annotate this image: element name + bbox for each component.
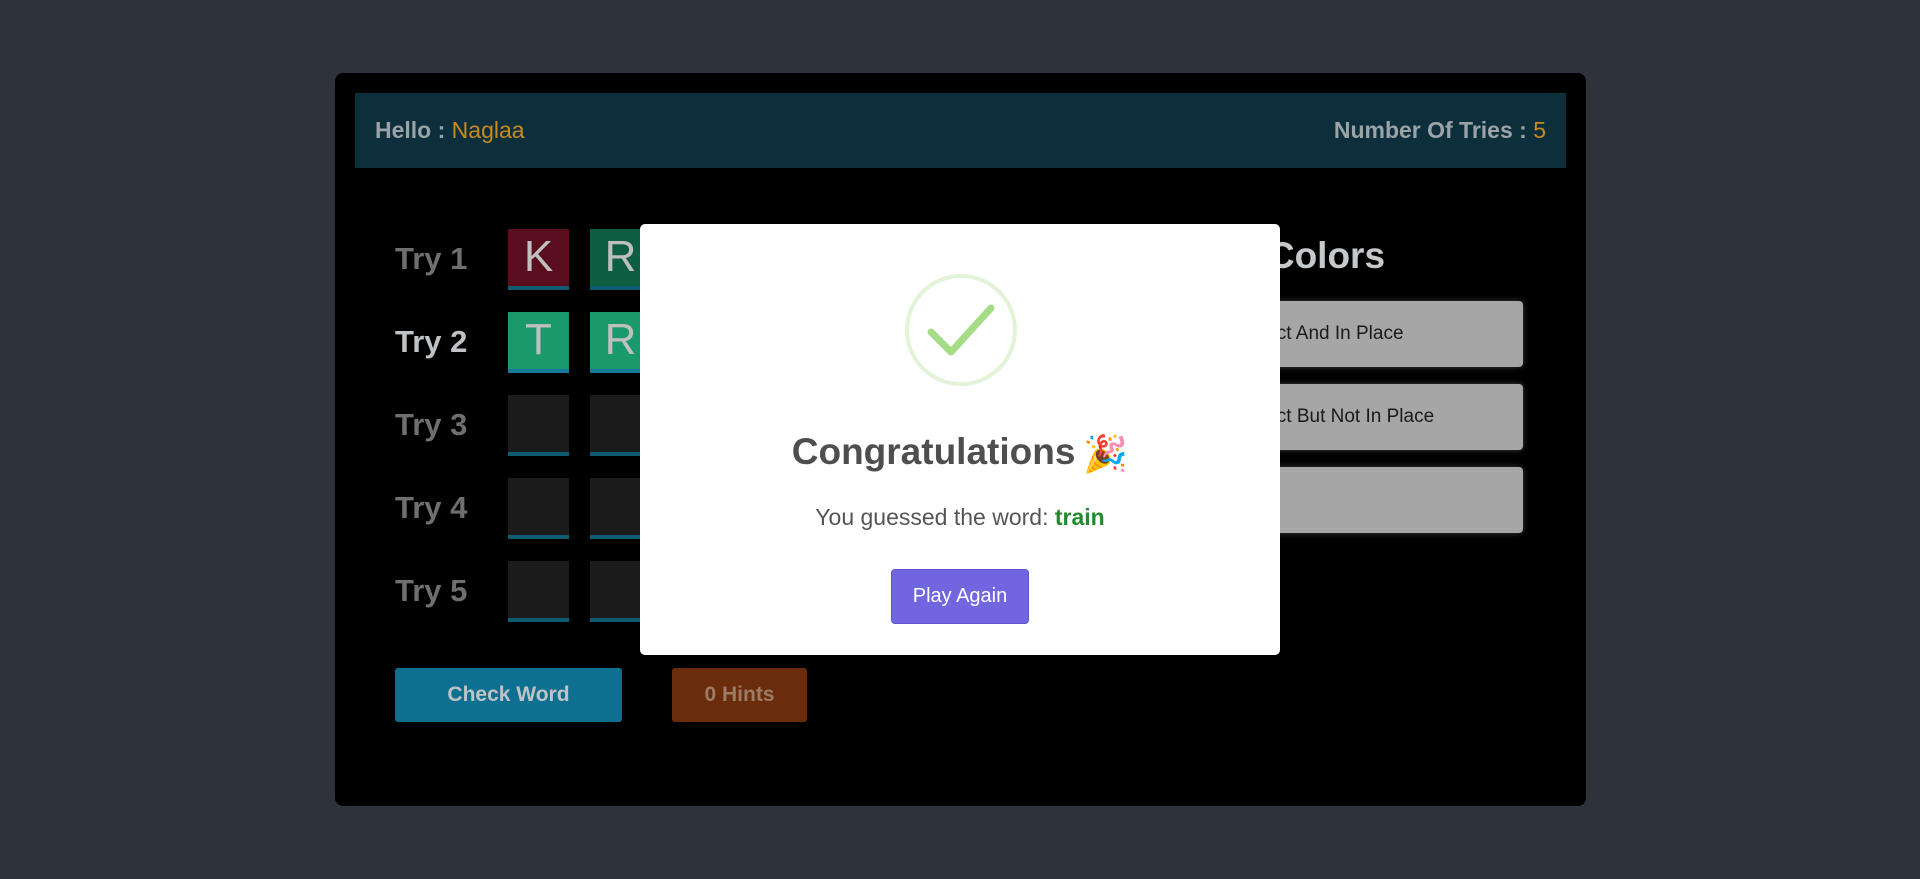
letter-tile bbox=[508, 477, 569, 539]
try-label: Try 3 bbox=[395, 407, 468, 442]
success-check-icon bbox=[905, 274, 1017, 386]
modal-title-text: Congratulations bbox=[791, 431, 1076, 472]
try-label: Try 4 bbox=[395, 490, 468, 525]
try-row-4: Try 4 bbox=[395, 477, 672, 539]
hints-button[interactable]: 0 Hints bbox=[672, 668, 807, 722]
top-bar: Hello : Naglaa Number Of Tries : 5 bbox=[355, 93, 1566, 168]
user-name: Naglaa bbox=[451, 117, 525, 143]
letter-tile[interactable]: T bbox=[508, 311, 569, 373]
hello-label: Hello : bbox=[375, 117, 446, 143]
try-row-5: Try 5 bbox=[395, 560, 672, 622]
message-prefix: You guessed the word: bbox=[815, 504, 1049, 530]
modal-message: You guessed the word: train bbox=[640, 504, 1280, 531]
try-row-1: Try 1 K R bbox=[395, 228, 672, 290]
try-row-3: Try 3 bbox=[395, 394, 672, 456]
try-label: Try 5 bbox=[395, 573, 468, 608]
try-rows: Try 1 K R Try 2 T R Try 3 Try 4 Try 5 bbox=[395, 228, 672, 643]
tries-counter: Number Of Tries : 5 bbox=[1334, 117, 1546, 144]
success-modal: Congratulations 🎉 You guessed the word: t… bbox=[640, 224, 1280, 655]
letter-tile bbox=[508, 394, 569, 456]
try-row-2: Try 2 T R bbox=[395, 311, 672, 373]
party-popper-icon: 🎉 bbox=[1083, 433, 1129, 475]
play-again-button[interactable]: Play Again bbox=[891, 569, 1029, 624]
greeting: Hello : Naglaa bbox=[375, 117, 525, 144]
try-label: Try 1 bbox=[395, 241, 468, 276]
letter-tile bbox=[508, 560, 569, 622]
try-label: Try 2 bbox=[395, 324, 468, 359]
modal-title: Congratulations 🎉 bbox=[640, 431, 1280, 475]
tries-label: Number Of Tries : bbox=[1333, 117, 1527, 143]
check-word-button[interactable]: Check Word bbox=[395, 668, 622, 722]
guessed-word: train bbox=[1054, 504, 1105, 530]
tries-value: 5 bbox=[1533, 117, 1546, 143]
letter-tile: K bbox=[508, 228, 569, 290]
